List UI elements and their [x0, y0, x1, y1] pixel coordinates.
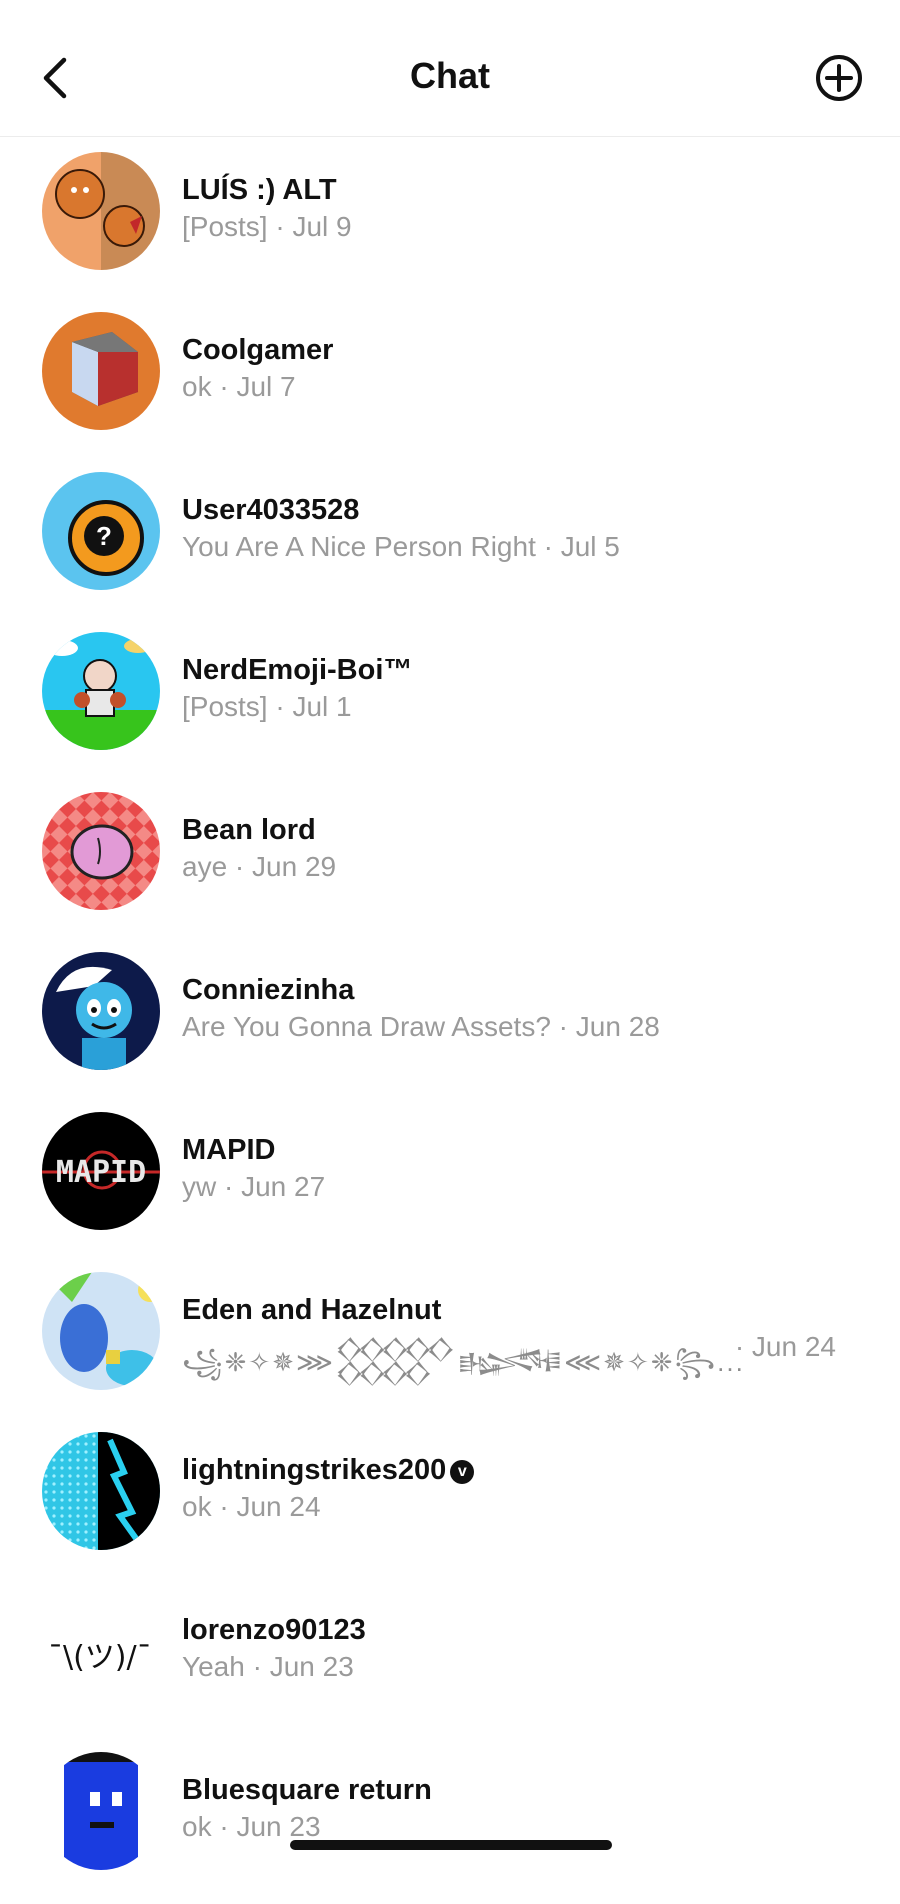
header: Chat: [0, 0, 900, 137]
chat-preview: [Posts] · Jul 9: [182, 211, 352, 242]
chat-preview: Yeah · Jun 23: [182, 1651, 354, 1682]
chat-name: LUÍS :) ALT: [182, 174, 337, 206]
avatar: [42, 152, 160, 270]
avatar: [42, 1272, 160, 1390]
chat-list-item[interactable]: Coolgamer ok · Jul 7: [0, 304, 900, 464]
chat-name: Coolgamer: [182, 334, 334, 366]
avatar: [42, 792, 160, 910]
chat-list-item[interactable]: MAPID MAPID yw · Jun 27: [0, 1104, 900, 1264]
chat-list-item[interactable]: lightningstrikes200 v ok · Jun 24: [0, 1424, 900, 1584]
chat-name-text: lightningstrikes200: [182, 1454, 447, 1486]
avatar: ¯\(ツ)/¯: [42, 1592, 160, 1710]
chat-preview: yw · Jun 27: [182, 1171, 326, 1202]
chat-list-item[interactable]: ¯\(ツ)/¯ lorenzo90123 Yeah · Jun 23: [0, 1584, 900, 1744]
chat-name: MAPID: [182, 1134, 276, 1166]
avatar: [42, 1432, 160, 1550]
avatar: ?: [42, 472, 160, 590]
avatar-text: ¯\(ツ)/¯: [48, 1640, 152, 1675]
chat-name: lorenzo90123: [182, 1614, 366, 1646]
chat-list-item[interactable]: Bluesquare return ok · Jun 23: [0, 1744, 900, 1904]
chat-name: User4033528: [182, 494, 360, 526]
chat-preview: You Are A Nice Person Right · Jul 5: [182, 531, 620, 562]
chat-name: NerdEmoji-Boi™: [182, 654, 413, 686]
page-title: Chat: [410, 55, 490, 96]
avatar: MAPID: [42, 1112, 160, 1230]
avatar: [42, 312, 160, 430]
chat-preview: aye · Jun 29: [182, 851, 337, 882]
plus-circle-icon: [816, 55, 862, 101]
chat-name: Eden and Hazelnut: [182, 1294, 442, 1326]
chat-preview: ok · Jun 23: [182, 1811, 321, 1842]
chat-preview: ok · Jun 24: [182, 1491, 321, 1522]
chat-preview: Are You Gonna Draw Assets? · Jun 28: [182, 1011, 660, 1042]
chat-name: Conniezinha: [182, 974, 355, 1006]
chat-preview: ꧁❈✧✵⋙𒐫𒈙⋘✵✧❈꧂...: [182, 1347, 745, 1377]
chat-preview: [Posts] · Jul 1: [182, 691, 352, 722]
chat-list-item[interactable]: Conniezinha Are You Gonna Draw Assets? ·…: [0, 944, 900, 1104]
verified-badge-icon: v: [450, 1460, 475, 1484]
chat-list-item[interactable]: Bean lord aye · Jun 29: [0, 784, 900, 944]
svg-text:MAPID: MAPID: [56, 1155, 146, 1190]
avatar: [42, 632, 160, 750]
chat-list-item[interactable]: NerdEmoji-Boi™ [Posts] · Jul 1: [0, 624, 900, 784]
new-chat-button[interactable]: [814, 53, 864, 103]
avatar: [42, 952, 160, 1070]
chat-list-item[interactable]: Eden and Hazelnut ꧁❈✧✵⋙𒐫𒈙⋘✵✧❈꧂... · Jun …: [0, 1264, 900, 1424]
home-indicator: [290, 1840, 612, 1850]
chat-preview: ok · Jul 7: [182, 371, 296, 402]
chat-name: Bean lord: [182, 814, 316, 846]
chat-name: lightningstrikes200 v: [182, 1454, 475, 1487]
avatar: [42, 1752, 160, 1870]
chat-date: · Jun 24: [734, 1331, 836, 1362]
chat-name: Bluesquare return: [182, 1774, 432, 1806]
chat-list-item[interactable]: ? User4033528 You Are A Nice Person Righ…: [0, 464, 900, 624]
svg-text:?: ?: [96, 521, 112, 551]
chat-list-item[interactable]: LUÍS :) ALT [Posts] · Jul 9: [0, 144, 900, 304]
